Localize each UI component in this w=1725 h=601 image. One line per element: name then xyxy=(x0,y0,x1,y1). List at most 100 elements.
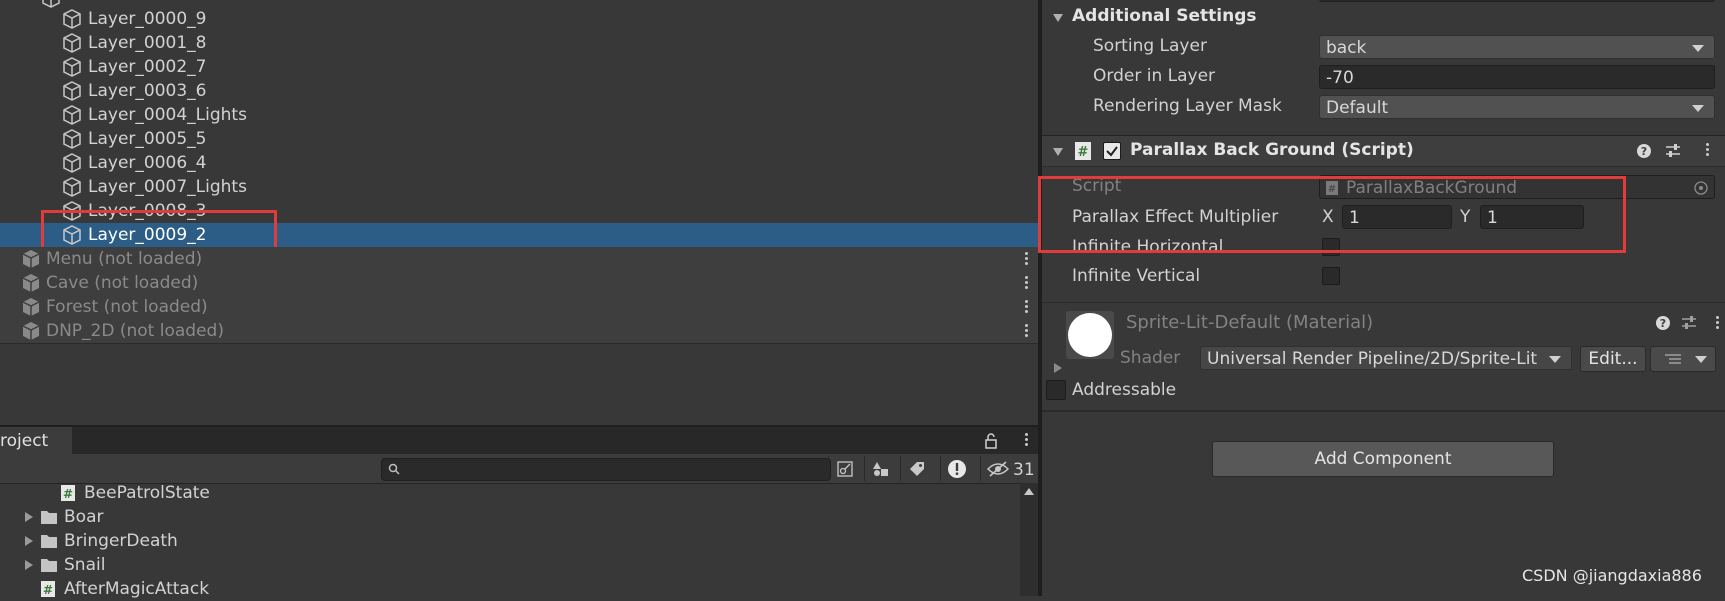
order-in-layer-input[interactable]: -70 xyxy=(1319,65,1715,89)
hierarchy-item-label: Layer_0005_5 xyxy=(88,129,207,149)
scene-icon xyxy=(22,250,40,268)
foldout-collapsed-icon[interactable] xyxy=(1053,362,1063,374)
shader-options-button[interactable] xyxy=(1650,346,1716,372)
material-title: Sprite-Lit-Default (Material) xyxy=(1126,312,1374,333)
separator xyxy=(1042,410,1725,412)
scene-menu-icon[interactable] xyxy=(1024,298,1028,316)
project-item[interactable]: Boar xyxy=(20,505,103,529)
hierarchy-item-label: Layer_0000_9 xyxy=(88,9,207,29)
scene-icon xyxy=(22,322,40,340)
hierarchy-item[interactable]: Layer_0001_8 xyxy=(0,31,1038,55)
component-menu-icon[interactable] xyxy=(1705,141,1709,159)
checkmark-icon xyxy=(1106,146,1118,157)
foldout-collapsed-icon[interactable] xyxy=(24,536,34,546)
svg-text:#: # xyxy=(43,583,53,597)
shader-value: Universal Render Pipeline/2D/Sprite-Lit xyxy=(1207,349,1538,369)
folder-icon xyxy=(41,535,57,548)
add-component-button[interactable]: Add Component xyxy=(1212,441,1554,477)
project-item[interactable]: # AfterMagicAttack xyxy=(40,577,209,601)
material-sphere-icon xyxy=(1068,313,1112,357)
scroll-up-arrow-icon[interactable] xyxy=(1024,488,1034,495)
gameobject-icon xyxy=(63,153,81,173)
filter-by-label-button[interactable] xyxy=(900,456,933,481)
infinite-vertical-checkbox[interactable] xyxy=(1322,267,1340,285)
hierarchy-item[interactable]: Layer_0002_7 xyxy=(0,55,1038,79)
search-by-window-button[interactable] xyxy=(828,456,861,481)
preset-icon[interactable] xyxy=(1664,142,1682,160)
foldout-collapsed-icon[interactable] xyxy=(24,512,34,522)
filter-by-type-button[interactable] xyxy=(864,456,897,481)
project-item[interactable]: BringerDeath xyxy=(20,529,178,553)
scene-label: Forest (not loaded) xyxy=(46,297,208,317)
parallax-component-header[interactable]: # Parallax Back Ground (Script) ? xyxy=(1042,135,1725,167)
hierarchy-item-label: Layer_0002_7 xyxy=(88,57,207,77)
hierarchy-panel: Layer_0000_9 Layer_0001_8 Layer_0002_7 Laye… xyxy=(0,0,1038,425)
eye-slash-icon xyxy=(987,461,1009,477)
hierarchy-item[interactable]: Layer_0004_Lights xyxy=(0,103,1038,127)
cutoff-field[interactable] xyxy=(1319,0,1715,2)
object-picker-icon[interactable] xyxy=(1694,181,1708,195)
help-icon[interactable]: ? xyxy=(1636,143,1652,159)
foldout-expanded-icon[interactable] xyxy=(1052,146,1064,158)
sorting-layer-label: Sorting Layer xyxy=(1093,36,1207,56)
rendering-layer-mask-dropdown[interactable]: Default xyxy=(1319,95,1715,119)
hierarchy-item[interactable]: Layer_0005_5 xyxy=(0,127,1038,151)
scene-label: Cave (not loaded) xyxy=(46,273,199,293)
project-panel: roject 31 # BeePatrolState Boar BringerDeat… xyxy=(0,425,1039,599)
scene-menu-icon[interactable] xyxy=(1024,250,1028,268)
project-item[interactable]: # BeePatrolState xyxy=(60,481,210,505)
shader-dropdown[interactable]: Universal Render Pipeline/2D/Sprite-Lit xyxy=(1200,346,1572,370)
project-search-input[interactable] xyxy=(381,458,831,481)
scene-row[interactable]: Cave (not loaded) xyxy=(0,271,1038,296)
watermark-text: CSDN @jiangdaxia886 xyxy=(1522,566,1702,585)
hierarchy-item-label: Layer_0007_Lights xyxy=(88,177,247,197)
project-item[interactable]: Snail xyxy=(20,553,105,577)
tab-project[interactable]: roject xyxy=(0,427,72,456)
additional-settings-title: Additional Settings xyxy=(1072,6,1257,26)
folder-icon xyxy=(41,511,57,524)
order-in-layer-value: -70 xyxy=(1326,68,1354,88)
hierarchy-item[interactable]: Layer_0007_Lights xyxy=(0,175,1038,199)
gameobject-icon xyxy=(63,33,81,53)
project-scrollbar[interactable] xyxy=(1020,483,1038,596)
scene-menu-icon[interactable] xyxy=(1024,322,1028,340)
search-icon xyxy=(388,463,400,475)
log-button[interactable] xyxy=(940,456,973,481)
chevron-down-icon xyxy=(1549,356,1561,363)
hierarchy-item[interactable]: Layer_0006_4 xyxy=(0,151,1038,175)
hierarchy-item-label: Layer_0001_8 xyxy=(88,33,207,53)
svg-text:#: # xyxy=(63,487,73,501)
shader-label: Shader xyxy=(1120,348,1181,368)
material-menu-icon[interactable] xyxy=(1715,314,1719,332)
folder-icon xyxy=(41,559,57,572)
gameobject-icon xyxy=(63,57,81,77)
component-enabled-checkbox[interactable] xyxy=(1103,142,1121,160)
foldout-expanded-icon[interactable] xyxy=(1052,12,1064,24)
project-menu-icon[interactable] xyxy=(1024,431,1028,449)
sorting-layer-dropdown[interactable]: back xyxy=(1319,35,1715,59)
lock-icon[interactable] xyxy=(983,433,999,449)
scene-label: DNP_2D (not loaded) xyxy=(46,321,224,341)
hierarchy-item-label: Layer_0003_6 xyxy=(88,81,207,101)
chevron-down-icon xyxy=(1695,356,1707,363)
hierarchy-item[interactable]: Layer_0003_6 xyxy=(0,79,1038,103)
material-preview[interactable] xyxy=(1066,311,1114,359)
shader-edit-button[interactable]: Edit... xyxy=(1580,346,1646,372)
shader-edit-label: Edit... xyxy=(1588,349,1638,369)
tab-project-label: roject xyxy=(0,431,49,451)
parallax-component-title: Parallax Back Ground (Script) xyxy=(1130,140,1414,160)
add-component-label: Add Component xyxy=(1314,449,1452,469)
gameobject-icon xyxy=(63,177,81,197)
preset-icon[interactable] xyxy=(1680,314,1698,332)
scene-row[interactable]: Menu (not loaded) xyxy=(0,247,1038,272)
visible-count: 31 xyxy=(1013,460,1035,480)
hidden-packages-button[interactable]: 31 xyxy=(980,456,1039,481)
foldout-collapsed-icon[interactable] xyxy=(24,560,34,570)
help-icon[interactable]: ? xyxy=(1655,315,1671,331)
scene-row[interactable]: Forest (not loaded) xyxy=(0,295,1038,320)
hierarchy-item[interactable]: Layer_0000_9 xyxy=(0,7,1038,31)
scene-menu-icon[interactable] xyxy=(1024,274,1028,292)
scene-row[interactable]: DNP_2D (not loaded) xyxy=(0,319,1038,344)
addressable-checkbox[interactable] xyxy=(1046,380,1066,400)
script-icon: # xyxy=(1075,142,1091,160)
